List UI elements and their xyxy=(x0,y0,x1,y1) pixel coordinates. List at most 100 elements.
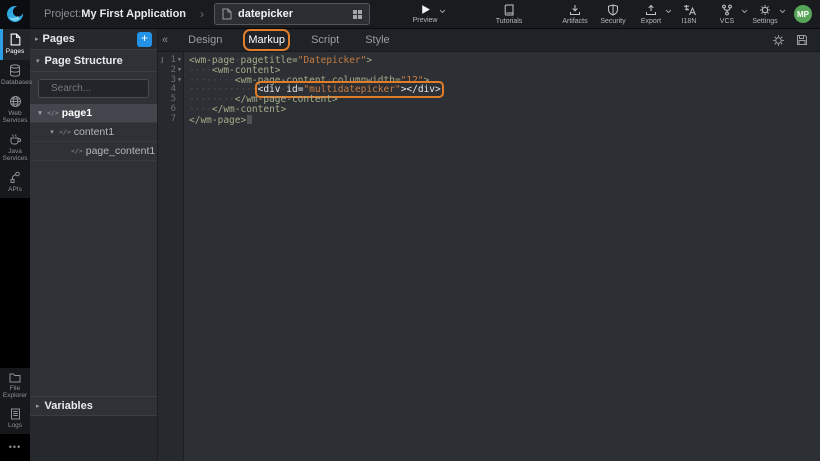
play-icon xyxy=(420,4,431,15)
breadcrumb-chevron-icon: › xyxy=(200,7,204,21)
editor-tabbar: « Design Markup Script Style xyxy=(158,29,820,52)
fold-arrow-icon[interactable]: ▼ xyxy=(176,76,183,86)
structure-search xyxy=(38,79,149,98)
settings-label: Settings xyxy=(752,18,777,25)
file-tab-label: datepicker xyxy=(238,8,347,20)
tab-markup[interactable]: Markup xyxy=(248,34,285,46)
rail-item-java-services[interactable]: Java Services xyxy=(0,129,30,167)
tree-item-page1[interactable]: ▾ </> page1 xyxy=(30,104,157,123)
left-rail: Pages Databases Web Se xyxy=(0,29,30,461)
globe-icon xyxy=(9,95,22,108)
rail-item-pages[interactable]: Pages xyxy=(0,29,30,60)
page-structure-header[interactable]: ▾ Page Structure xyxy=(30,50,157,72)
page-icon xyxy=(10,33,21,46)
caret-down-icon[interactable]: ▾ xyxy=(36,57,40,65)
folder-icon xyxy=(9,372,21,383)
tab-design[interactable]: Design xyxy=(188,34,222,46)
open-file-tab[interactable]: datepicker xyxy=(214,3,370,25)
app-logo[interactable] xyxy=(0,0,30,28)
artifacts-button[interactable]: Artifacts xyxy=(560,4,590,25)
page-settings-gear-icon[interactable] xyxy=(772,34,785,47)
vcs-button[interactable]: VCS xyxy=(712,4,742,25)
add-page-button[interactable]: + xyxy=(137,32,152,47)
i18n-label: I18N xyxy=(682,18,697,25)
widget-code-icon: </> xyxy=(59,128,71,136)
chevron-down-icon[interactable] xyxy=(665,9,672,14)
tree-item-label: page_content1 xyxy=(86,145,155,157)
coffee-icon xyxy=(9,133,22,146)
preview-label: Preview xyxy=(413,17,438,24)
pages-sidebar: ▸ Pages + ▾ Page Structure ▾ </> xyxy=(30,29,158,461)
tutorials-button[interactable]: Tutorials xyxy=(494,4,524,25)
wavemaker-studio-window: Project:My First Application › datepicke… xyxy=(0,0,820,461)
variables-label: Variables xyxy=(45,400,151,412)
fold-arrow-icon[interactable]: ▼ xyxy=(176,56,183,66)
export-button[interactable]: Export xyxy=(636,4,666,25)
i18n-button[interactable]: I18N xyxy=(674,4,704,25)
book-icon xyxy=(504,4,515,16)
rail-item-apis[interactable]: APIs xyxy=(0,167,30,198)
topbar-actions: Artifacts Security Export xyxy=(560,4,820,25)
log-icon xyxy=(10,408,21,420)
rail-bottom-group: File Explorer Logs xyxy=(0,368,30,434)
branch-icon xyxy=(721,4,733,16)
security-button[interactable]: Security xyxy=(598,4,628,25)
collapse-sidebar-button[interactable]: « xyxy=(162,34,168,46)
code-line[interactable]: 6····</wm-content> xyxy=(158,105,820,115)
wavemaker-logo-icon xyxy=(5,4,25,24)
tab-script[interactable]: Script xyxy=(311,34,339,46)
pages-header[interactable]: ▸ Pages + xyxy=(30,29,157,50)
rail-item-web-services[interactable]: Web Services xyxy=(0,91,30,129)
fold-arrow-icon[interactable]: ▼ xyxy=(176,66,183,76)
caret-right-icon[interactable]: ▸ xyxy=(35,35,39,43)
search-input[interactable] xyxy=(49,82,143,95)
rail-top-group: Pages Databases Web Se xyxy=(0,29,30,198)
file-icon xyxy=(222,8,232,20)
rail-more-button[interactable]: ••• xyxy=(0,434,30,461)
tree-item-label: page1 xyxy=(62,107,92,119)
project-name: Project:My First Application xyxy=(44,8,186,20)
security-label: Security xyxy=(600,18,625,25)
tree-item-label: content1 xyxy=(74,126,114,138)
markup-code-editor[interactable]: i1▼<wm-page·pagetitle="Datepicker">2▼···… xyxy=(158,52,820,461)
settings-button[interactable]: Settings xyxy=(750,4,780,25)
editor-panel: « Design Markup Script Style xyxy=(158,29,820,461)
tree-item-content1[interactable]: ▾ </> content1 xyxy=(30,123,157,142)
artifacts-label: Artifacts xyxy=(562,18,587,25)
page-structure-label: Page Structure xyxy=(45,55,151,67)
user-avatar[interactable]: MP xyxy=(794,5,812,23)
variables-header[interactable]: ▸ Variables xyxy=(30,396,157,416)
dashboard-grid-icon[interactable] xyxy=(353,10,362,19)
translate-icon xyxy=(683,4,696,16)
rail-item-file-explorer[interactable]: File Explorer xyxy=(0,368,30,404)
upload-icon xyxy=(645,4,657,16)
save-icon[interactable] xyxy=(796,34,808,46)
widget-code-icon: </> xyxy=(47,109,59,117)
shield-icon xyxy=(607,4,619,16)
chevron-down-icon[interactable] xyxy=(741,9,748,14)
chevron-down-icon[interactable] xyxy=(439,9,446,14)
text-cursor xyxy=(247,115,252,124)
widget-code-icon: </> xyxy=(71,147,83,155)
rail-item-databases[interactable]: Databases xyxy=(0,60,30,91)
vcs-label: VCS xyxy=(720,18,734,25)
gear-icon xyxy=(759,4,771,16)
tutorials-label: Tutorials xyxy=(496,18,523,25)
caret-down-icon[interactable]: ▾ xyxy=(36,109,44,117)
rail-item-logs[interactable]: Logs xyxy=(0,404,30,434)
code-lines: i1▼<wm-page·pagetitle="Datepicker">2▼···… xyxy=(158,56,820,126)
tree-item-page-content1[interactable]: </> page_content1 xyxy=(30,142,157,161)
line-number: 7 xyxy=(171,115,176,125)
api-icon xyxy=(9,171,21,184)
database-icon xyxy=(9,64,21,77)
tab-style[interactable]: Style xyxy=(365,34,389,46)
download-icon xyxy=(569,4,581,16)
preview-button[interactable]: Preview xyxy=(410,4,440,24)
code-line[interactable]: 7</wm-page> xyxy=(158,115,820,126)
caret-right-icon[interactable]: ▸ xyxy=(36,402,40,410)
top-bar: Project:My First Application › datepicke… xyxy=(0,0,820,29)
chevron-down-icon[interactable] xyxy=(779,9,786,14)
sidebar-footer xyxy=(30,416,157,461)
caret-down-icon[interactable]: ▾ xyxy=(48,128,56,136)
export-label: Export xyxy=(641,18,661,25)
